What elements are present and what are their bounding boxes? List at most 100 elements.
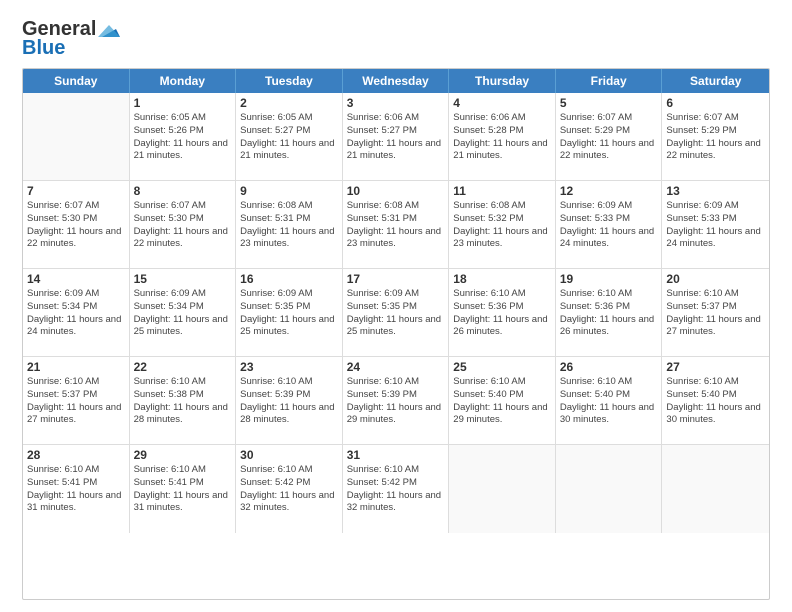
day-number: 4 [453, 96, 551, 110]
day-info: Sunrise: 6:09 AMSunset: 5:33 PMDaylight:… [560, 200, 658, 251]
header: General Blue [22, 18, 770, 60]
calendar-cell: 12 Sunrise: 6:09 AMSunset: 5:33 PMDayligh… [556, 181, 663, 268]
day-number: 20 [666, 272, 765, 286]
day-number: 26 [560, 360, 658, 374]
day-number: 25 [453, 360, 551, 374]
calendar-cell: 20 Sunrise: 6:10 AMSunset: 5:37 PMDayligh… [662, 269, 769, 356]
day-number: 2 [240, 96, 338, 110]
day-info: Sunrise: 6:07 AMSunset: 5:29 PMDaylight:… [666, 112, 765, 163]
day-info: Sunrise: 6:10 AMSunset: 5:37 PMDaylight:… [666, 288, 765, 339]
day-info: Sunrise: 6:08 AMSunset: 5:32 PMDaylight:… [453, 200, 551, 251]
page: General Blue SundayMondayTuesdayWednesda… [0, 0, 792, 612]
day-info: Sunrise: 6:07 AMSunset: 5:30 PMDaylight:… [134, 200, 232, 251]
calendar-cell: 3 Sunrise: 6:06 AMSunset: 5:27 PMDaylight… [343, 93, 450, 180]
calendar: SundayMondayTuesdayWednesdayThursdayFrid… [22, 68, 770, 600]
day-number: 23 [240, 360, 338, 374]
calendar-cell: 13 Sunrise: 6:09 AMSunset: 5:33 PMDayligh… [662, 181, 769, 268]
day-number: 17 [347, 272, 445, 286]
day-info: Sunrise: 6:10 AMSunset: 5:38 PMDaylight:… [134, 376, 232, 427]
day-number: 19 [560, 272, 658, 286]
day-info: Sunrise: 6:10 AMSunset: 5:36 PMDaylight:… [560, 288, 658, 339]
day-number: 30 [240, 448, 338, 462]
day-info: Sunrise: 6:10 AMSunset: 5:40 PMDaylight:… [560, 376, 658, 427]
calendar-cell [449, 445, 556, 533]
day-number: 10 [347, 184, 445, 198]
calendar-body: 1Sunrise: 6:05 AMSunset: 5:26 PMDaylight… [23, 93, 769, 533]
calendar-cell: 18 Sunrise: 6:10 AMSunset: 5:36 PMDayligh… [449, 269, 556, 356]
calendar-cell: 28Sunrise: 6:10 AMSunset: 5:41 PMDayligh… [23, 445, 130, 533]
calendar-cell: 19 Sunrise: 6:10 AMSunset: 5:36 PMDayligh… [556, 269, 663, 356]
calendar-cell: 8 Sunrise: 6:07 AMSunset: 5:30 PMDaylight… [130, 181, 237, 268]
day-info: Sunrise: 6:10 AMSunset: 5:42 PMDaylight:… [240, 464, 338, 515]
day-number: 9 [240, 184, 338, 198]
day-info: Sunrise: 6:10 AMSunset: 5:39 PMDaylight:… [347, 376, 445, 427]
calendar-cell [23, 93, 130, 180]
day-info: Sunrise: 6:08 AMSunset: 5:31 PMDaylight:… [240, 200, 338, 251]
calendar-cell: 5 Sunrise: 6:07 AMSunset: 5:29 PMDaylight… [556, 93, 663, 180]
calendar-row: 7 Sunrise: 6:07 AMSunset: 5:30 PMDaylight… [23, 181, 769, 269]
logo: General Blue [22, 18, 120, 60]
calendar-cell: 25 Sunrise: 6:10 AMSunset: 5:40 PMDayligh… [449, 357, 556, 444]
day-number: 24 [347, 360, 445, 374]
calendar-cell: 15Sunrise: 6:09 AMSunset: 5:34 PMDayligh… [130, 269, 237, 356]
day-info: Sunrise: 6:10 AMSunset: 5:39 PMDaylight:… [240, 376, 338, 427]
day-number: 8 [134, 184, 232, 198]
day-info: Sunrise: 6:05 AMSunset: 5:26 PMDaylight:… [134, 112, 232, 163]
day-number: 15 [134, 272, 232, 286]
calendar-cell: 7 Sunrise: 6:07 AMSunset: 5:30 PMDaylight… [23, 181, 130, 268]
day-number: 6 [666, 96, 765, 110]
day-info: Sunrise: 6:10 AMSunset: 5:40 PMDaylight:… [453, 376, 551, 427]
day-info: Sunrise: 6:09 AMSunset: 5:35 PMDaylight:… [240, 288, 338, 339]
calendar-row: 14Sunrise: 6:09 AMSunset: 5:34 PMDayligh… [23, 269, 769, 357]
logo-blue: Blue [22, 37, 65, 60]
weekday-header: Friday [556, 69, 663, 93]
day-number: 27 [666, 360, 765, 374]
day-info: Sunrise: 6:10 AMSunset: 5:42 PMDaylight:… [347, 464, 445, 515]
day-info: Sunrise: 6:09 AMSunset: 5:33 PMDaylight:… [666, 200, 765, 251]
calendar-cell: 6 Sunrise: 6:07 AMSunset: 5:29 PMDaylight… [662, 93, 769, 180]
calendar-cell: 1Sunrise: 6:05 AMSunset: 5:26 PMDaylight… [130, 93, 237, 180]
day-number: 18 [453, 272, 551, 286]
day-number: 11 [453, 184, 551, 198]
calendar-cell: 26 Sunrise: 6:10 AMSunset: 5:40 PMDayligh… [556, 357, 663, 444]
day-info: Sunrise: 6:07 AMSunset: 5:29 PMDaylight:… [560, 112, 658, 163]
calendar-row: 28Sunrise: 6:10 AMSunset: 5:41 PMDayligh… [23, 445, 769, 533]
day-info: Sunrise: 6:10 AMSunset: 5:41 PMDaylight:… [27, 464, 125, 515]
logo-icon [98, 19, 120, 41]
weekday-header: Wednesday [343, 69, 450, 93]
weekday-header: Sunday [23, 69, 130, 93]
calendar-cell: 9 Sunrise: 6:08 AMSunset: 5:31 PMDaylight… [236, 181, 343, 268]
day-number: 29 [134, 448, 232, 462]
calendar-cell [662, 445, 769, 533]
day-info: Sunrise: 6:06 AMSunset: 5:27 PMDaylight:… [347, 112, 445, 163]
calendar-cell: 24 Sunrise: 6:10 AMSunset: 5:39 PMDayligh… [343, 357, 450, 444]
calendar-cell: 27 Sunrise: 6:10 AMSunset: 5:40 PMDayligh… [662, 357, 769, 444]
day-number: 21 [27, 360, 125, 374]
calendar-cell: 14Sunrise: 6:09 AMSunset: 5:34 PMDayligh… [23, 269, 130, 356]
calendar-cell: 17 Sunrise: 6:09 AMSunset: 5:35 PMDayligh… [343, 269, 450, 356]
calendar-header: SundayMondayTuesdayWednesdayThursdayFrid… [23, 69, 769, 93]
calendar-cell: 22Sunrise: 6:10 AMSunset: 5:38 PMDayligh… [130, 357, 237, 444]
day-info: Sunrise: 6:10 AMSunset: 5:41 PMDaylight:… [134, 464, 232, 515]
day-info: Sunrise: 6:07 AMSunset: 5:30 PMDaylight:… [27, 200, 125, 251]
day-number: 5 [560, 96, 658, 110]
calendar-row: 21Sunrise: 6:10 AMSunset: 5:37 PMDayligh… [23, 357, 769, 445]
day-number: 7 [27, 184, 125, 198]
day-number: 16 [240, 272, 338, 286]
day-number: 31 [347, 448, 445, 462]
weekday-header: Saturday [662, 69, 769, 93]
day-number: 3 [347, 96, 445, 110]
day-info: Sunrise: 6:10 AMSunset: 5:40 PMDaylight:… [666, 376, 765, 427]
calendar-cell: 16 Sunrise: 6:09 AMSunset: 5:35 PMDayligh… [236, 269, 343, 356]
calendar-cell: 23 Sunrise: 6:10 AMSunset: 5:39 PMDayligh… [236, 357, 343, 444]
day-info: Sunrise: 6:10 AMSunset: 5:36 PMDaylight:… [453, 288, 551, 339]
day-number: 12 [560, 184, 658, 198]
day-number: 13 [666, 184, 765, 198]
calendar-cell: 29 Sunrise: 6:10 AMSunset: 5:41 PMDayligh… [130, 445, 237, 533]
calendar-cell: 21Sunrise: 6:10 AMSunset: 5:37 PMDayligh… [23, 357, 130, 444]
weekday-header: Monday [130, 69, 237, 93]
day-number: 14 [27, 272, 125, 286]
weekday-header: Tuesday [236, 69, 343, 93]
day-info: Sunrise: 6:09 AMSunset: 5:35 PMDaylight:… [347, 288, 445, 339]
day-info: Sunrise: 6:08 AMSunset: 5:31 PMDaylight:… [347, 200, 445, 251]
